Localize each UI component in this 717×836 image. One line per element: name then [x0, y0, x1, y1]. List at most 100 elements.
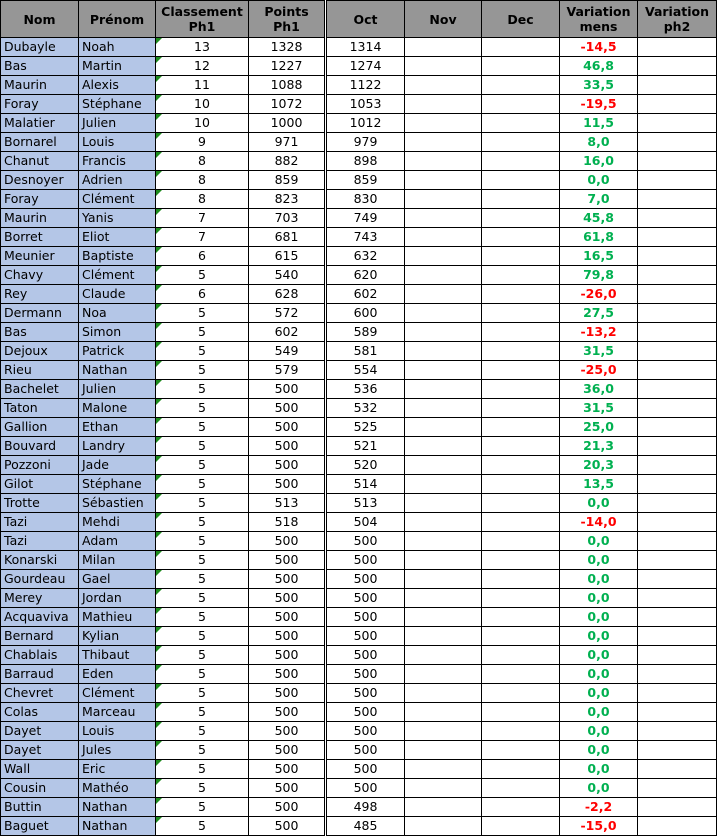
cell-nom[interactable]: Desnoyer: [0, 170, 79, 190]
cell-variation-mens[interactable]: -13,2: [559, 322, 638, 342]
cell-nom[interactable]: Wall: [0, 759, 79, 779]
cell-dec[interactable]: [481, 379, 560, 399]
cell-oct[interactable]: 500: [324, 759, 405, 779]
cell-prenom[interactable]: Mathieu: [78, 607, 156, 627]
cell-nom[interactable]: Buttin: [0, 797, 79, 817]
cell-prenom[interactable]: Milan: [78, 550, 156, 570]
cell-variation-ph2[interactable]: [637, 683, 717, 703]
cell-classement-ph1[interactable]: 5: [155, 683, 249, 703]
cell-points-ph1[interactable]: 500: [248, 664, 326, 684]
cell-nov[interactable]: [404, 94, 482, 114]
cell-classement-ph1[interactable]: 5: [155, 379, 249, 399]
cell-points-ph1[interactable]: 500: [248, 417, 326, 437]
cell-classement-ph1[interactable]: 8: [155, 189, 249, 209]
header-points-ph1[interactable]: Points Ph1: [248, 0, 326, 38]
cell-nom[interactable]: Malatier: [0, 113, 79, 133]
cell-points-ph1[interactable]: 500: [248, 759, 326, 779]
cell-prenom[interactable]: Jordan: [78, 588, 156, 608]
cell-nov[interactable]: [404, 322, 482, 342]
cell-variation-mens[interactable]: -25,0: [559, 360, 638, 380]
cell-points-ph1[interactable]: 1227: [248, 56, 326, 76]
cell-nom[interactable]: Bernard: [0, 626, 79, 646]
cell-variation-ph2[interactable]: [637, 75, 717, 95]
cell-variation-ph2[interactable]: [637, 759, 717, 779]
cell-dec[interactable]: [481, 113, 560, 133]
cell-points-ph1[interactable]: 500: [248, 778, 326, 798]
cell-prenom[interactable]: Clément: [78, 683, 156, 703]
cell-nov[interactable]: [404, 721, 482, 741]
cell-classement-ph1[interactable]: 5: [155, 360, 249, 380]
cell-nom[interactable]: Meunier: [0, 246, 79, 266]
cell-nom[interactable]: Dayet: [0, 721, 79, 741]
cell-nom[interactable]: Colas: [0, 702, 79, 722]
cell-classement-ph1[interactable]: 5: [155, 645, 249, 665]
cell-variation-ph2[interactable]: [637, 132, 717, 152]
cell-nom[interactable]: Chavy: [0, 265, 79, 285]
cell-variation-ph2[interactable]: [637, 702, 717, 722]
cell-dec[interactable]: [481, 360, 560, 380]
cell-dec[interactable]: [481, 246, 560, 266]
cell-dec[interactable]: [481, 778, 560, 798]
cell-prenom[interactable]: Stéphane: [78, 94, 156, 114]
cell-prenom[interactable]: Jade: [78, 455, 156, 475]
cell-prenom[interactable]: Martin: [78, 56, 156, 76]
cell-variation-ph2[interactable]: [637, 531, 717, 551]
cell-prenom[interactable]: Thibaut: [78, 645, 156, 665]
cell-nom[interactable]: Foray: [0, 94, 79, 114]
cell-prenom[interactable]: Eliot: [78, 227, 156, 247]
cell-prenom[interactable]: Stéphane: [78, 474, 156, 494]
cell-classement-ph1[interactable]: 5: [155, 417, 249, 437]
cell-classement-ph1[interactable]: 6: [155, 284, 249, 304]
cell-variation-ph2[interactable]: [637, 550, 717, 570]
cell-dec[interactable]: [481, 132, 560, 152]
cell-nov[interactable]: [404, 778, 482, 798]
cell-nom[interactable]: Maurin: [0, 75, 79, 95]
cell-nov[interactable]: [404, 151, 482, 171]
cell-dec[interactable]: [481, 303, 560, 323]
cell-points-ph1[interactable]: 1328: [248, 37, 326, 57]
cell-oct[interactable]: 554: [324, 360, 405, 380]
cell-prenom[interactable]: Eric: [78, 759, 156, 779]
cell-points-ph1[interactable]: 500: [248, 531, 326, 551]
cell-variation-mens[interactable]: 0,0: [559, 550, 638, 570]
cell-prenom[interactable]: Julien: [78, 113, 156, 133]
cell-oct[interactable]: 500: [324, 645, 405, 665]
cell-variation-mens[interactable]: 0,0: [559, 170, 638, 190]
cell-dec[interactable]: [481, 740, 560, 760]
cell-nov[interactable]: [404, 379, 482, 399]
cell-nov[interactable]: [404, 227, 482, 247]
cell-nov[interactable]: [404, 816, 482, 836]
cell-dec[interactable]: [481, 474, 560, 494]
cell-points-ph1[interactable]: 500: [248, 569, 326, 589]
cell-classement-ph1[interactable]: 5: [155, 493, 249, 513]
cell-nom[interactable]: Gourdeau: [0, 569, 79, 589]
cell-points-ph1[interactable]: 1088: [248, 75, 326, 95]
cell-variation-ph2[interactable]: [637, 265, 717, 285]
header-nov[interactable]: Nov: [404, 0, 482, 38]
cell-nom[interactable]: Bouvard: [0, 436, 79, 456]
cell-classement-ph1[interactable]: 8: [155, 151, 249, 171]
cell-prenom[interactable]: Noa: [78, 303, 156, 323]
cell-variation-mens[interactable]: 0,0: [559, 740, 638, 760]
cell-points-ph1[interactable]: 500: [248, 455, 326, 475]
cell-variation-ph2[interactable]: [637, 512, 717, 532]
cell-oct[interactable]: 979: [324, 132, 405, 152]
cell-nom[interactable]: Chevret: [0, 683, 79, 703]
cell-nom[interactable]: Maurin: [0, 208, 79, 228]
cell-oct[interactable]: 500: [324, 626, 405, 646]
cell-variation-ph2[interactable]: [637, 322, 717, 342]
cell-dec[interactable]: [481, 797, 560, 817]
cell-prenom[interactable]: Nathan: [78, 816, 156, 836]
cell-dec[interactable]: [481, 816, 560, 836]
cell-dec[interactable]: [481, 151, 560, 171]
cell-points-ph1[interactable]: 500: [248, 702, 326, 722]
cell-variation-mens[interactable]: 11,5: [559, 113, 638, 133]
cell-nov[interactable]: [404, 417, 482, 437]
cell-oct[interactable]: 743: [324, 227, 405, 247]
cell-variation-ph2[interactable]: [637, 455, 717, 475]
cell-variation-ph2[interactable]: [637, 94, 717, 114]
cell-oct[interactable]: 536: [324, 379, 405, 399]
cell-classement-ph1[interactable]: 5: [155, 740, 249, 760]
cell-nov[interactable]: [404, 170, 482, 190]
cell-nov[interactable]: [404, 113, 482, 133]
